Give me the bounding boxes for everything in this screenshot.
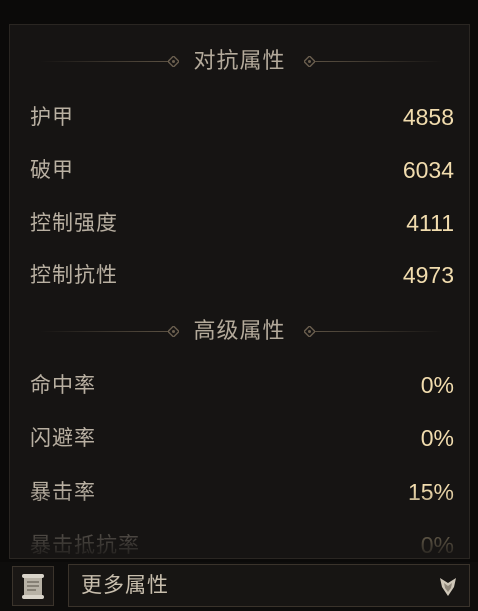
section-title: 高级属性 bbox=[193, 319, 286, 344]
stat-label: 破甲 bbox=[30, 158, 74, 182]
stat-row-armor: 护甲 4858 bbox=[30, 100, 454, 134]
stat-row-crit-rate: 暴击率 15% bbox=[30, 475, 454, 509]
stat-row-crit-resist: 暴击抵抗率 0% bbox=[30, 528, 454, 558]
divider-line bbox=[315, 61, 443, 62]
scroll-icon bbox=[22, 574, 44, 599]
stat-row-control-resist: 控制抗性 4973 bbox=[30, 258, 454, 292]
stat-label: 暴击率 bbox=[30, 480, 96, 504]
attribute-window: 对抗属性 护甲 4858 破甲 6034 控制强度 4111 控制抗性 4973 bbox=[0, 0, 478, 611]
section-title: 对抗属性 bbox=[193, 49, 286, 74]
stat-value: 0% bbox=[420, 532, 454, 558]
stat-value: 4111 bbox=[406, 210, 454, 236]
stat-label: 暴击抵抗率 bbox=[30, 533, 140, 557]
more-attributes-label: 更多属性 bbox=[81, 573, 169, 597]
stat-label: 命中率 bbox=[30, 373, 96, 397]
stat-row-control-strength: 控制强度 4111 bbox=[30, 206, 454, 240]
stat-label: 控制抗性 bbox=[30, 263, 118, 287]
stat-value: 0% bbox=[420, 425, 454, 451]
section-header-advanced: 高级属性 bbox=[10, 317, 469, 347]
divider-line bbox=[315, 331, 443, 332]
stat-value: 15% bbox=[407, 479, 454, 505]
section-header-resistance: 对抗属性 bbox=[10, 47, 469, 77]
stat-label: 护甲 bbox=[30, 105, 74, 129]
diamond-ornament-icon bbox=[304, 56, 315, 67]
stat-label: 控制强度 bbox=[30, 211, 118, 235]
stat-value: 0% bbox=[420, 372, 454, 398]
stat-label: 闪避率 bbox=[30, 426, 96, 450]
stat-value: 4973 bbox=[402, 262, 454, 288]
scroll-button[interactable] bbox=[12, 566, 54, 606]
stat-value: 4858 bbox=[402, 104, 454, 130]
chevron-down-icon bbox=[440, 578, 456, 596]
stat-row-dodge-rate: 闪避率 0% bbox=[30, 421, 454, 455]
more-attributes-dropdown[interactable]: 更多属性 bbox=[68, 564, 470, 607]
stat-row-hit-rate: 命中率 0% bbox=[30, 368, 454, 402]
diamond-ornament-icon bbox=[304, 326, 315, 337]
stat-value: 6034 bbox=[402, 157, 454, 183]
stat-row-armor-pierce: 破甲 6034 bbox=[30, 153, 454, 187]
attribute-panel[interactable]: 对抗属性 护甲 4858 破甲 6034 控制强度 4111 控制抗性 4973 bbox=[9, 24, 470, 559]
